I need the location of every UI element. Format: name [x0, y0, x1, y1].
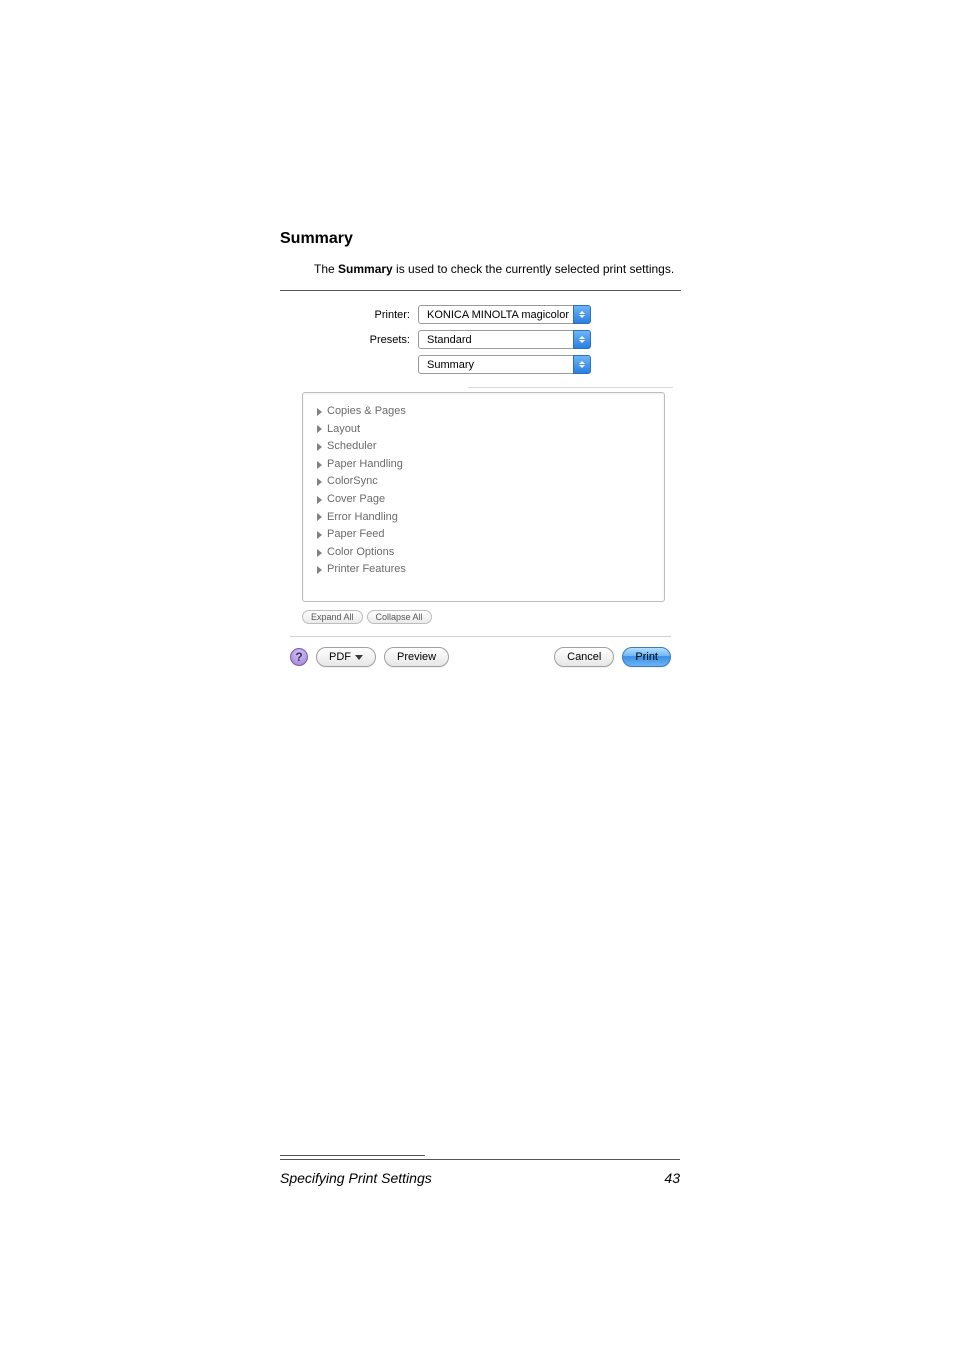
- tree-item-scheduler[interactable]: Scheduler: [317, 438, 652, 456]
- collapse-all-button[interactable]: Collapse All: [367, 610, 432, 624]
- section-body: The Summary is used to check the current…: [314, 260, 680, 278]
- footer-page-number: 43: [664, 1170, 680, 1186]
- body-post: is used to check the currently selected …: [393, 262, 674, 276]
- tree-item-copies-pages[interactable]: Copies & Pages: [317, 403, 652, 421]
- divider: [290, 636, 671, 637]
- panel-select[interactable]: Summary: [418, 355, 591, 374]
- tree-item-printer-features[interactable]: Printer Features: [317, 561, 652, 579]
- stepper-icon: [573, 330, 591, 349]
- help-button[interactable]: ?: [290, 648, 308, 666]
- disclosure-icon: [317, 549, 322, 557]
- tree-item-cover-page[interactable]: Cover Page: [317, 491, 652, 509]
- disclosure-icon: [317, 443, 322, 451]
- tree-label: Scheduler: [327, 438, 377, 456]
- printer-label: Printer:: [288, 309, 418, 321]
- footer-rule: [280, 1159, 680, 1160]
- pdf-menu-button[interactable]: PDF: [316, 647, 376, 667]
- tree-label: Layout: [327, 421, 360, 439]
- tree-item-paper-handling[interactable]: Paper Handling: [317, 456, 652, 474]
- tree-label: ColorSync: [327, 473, 378, 491]
- footer-section-title: Specifying Print Settings: [280, 1170, 432, 1186]
- stepper-icon: [573, 305, 591, 324]
- chevron-down-icon: [355, 655, 363, 660]
- printer-select[interactable]: KONICA MINOLTA magicolor ...: [418, 305, 591, 324]
- disclosure-icon: [317, 496, 322, 504]
- disclosure-icon: [317, 461, 322, 469]
- stepper-icon: [573, 355, 591, 374]
- tree-label: Color Options: [327, 544, 394, 562]
- tree-item-layout[interactable]: Layout: [317, 421, 652, 439]
- disclosure-icon: [317, 478, 322, 486]
- summary-tree: Copies & Pages Layout Scheduler Paper Ha…: [302, 392, 665, 602]
- divider: [468, 387, 673, 388]
- tree-item-color-options[interactable]: Color Options: [317, 544, 652, 562]
- tree-item-colorsync[interactable]: ColorSync: [317, 473, 652, 491]
- presets-select-value: Standard: [418, 330, 573, 349]
- body-pre: The: [314, 262, 338, 276]
- expand-all-button[interactable]: Expand All: [302, 610, 363, 624]
- preview-button[interactable]: Preview: [384, 647, 449, 667]
- tree-item-paper-feed[interactable]: Paper Feed: [317, 526, 652, 544]
- disclosure-icon: [317, 531, 322, 539]
- print-dialog: Printer: KONICA MINOLTA magicolor ... Pr…: [280, 290, 681, 675]
- disclosure-icon: [317, 408, 322, 416]
- disclosure-icon: [317, 566, 322, 574]
- tree-label: Error Handling: [327, 509, 398, 527]
- body-bold: Summary: [338, 262, 393, 276]
- tree-label: Paper Handling: [327, 456, 403, 474]
- disclosure-icon: [317, 425, 322, 433]
- tree-item-error-handling[interactable]: Error Handling: [317, 509, 652, 527]
- section-heading: Summary: [280, 230, 680, 248]
- tree-label: Printer Features: [327, 561, 406, 579]
- presets-select[interactable]: Standard: [418, 330, 591, 349]
- printer-select-value: KONICA MINOLTA magicolor ...: [418, 305, 573, 324]
- tree-label: Paper Feed: [327, 526, 384, 544]
- cancel-button[interactable]: Cancel: [554, 647, 614, 667]
- presets-label: Presets:: [288, 334, 418, 346]
- tree-label: Cover Page: [327, 491, 385, 509]
- tree-label: Copies & Pages: [327, 403, 406, 421]
- footer-rule-short: [280, 1155, 425, 1156]
- panel-select-value: Summary: [418, 355, 573, 374]
- disclosure-icon: [317, 513, 322, 521]
- print-button[interactable]: Print: [622, 647, 671, 667]
- pdf-label: PDF: [329, 651, 351, 663]
